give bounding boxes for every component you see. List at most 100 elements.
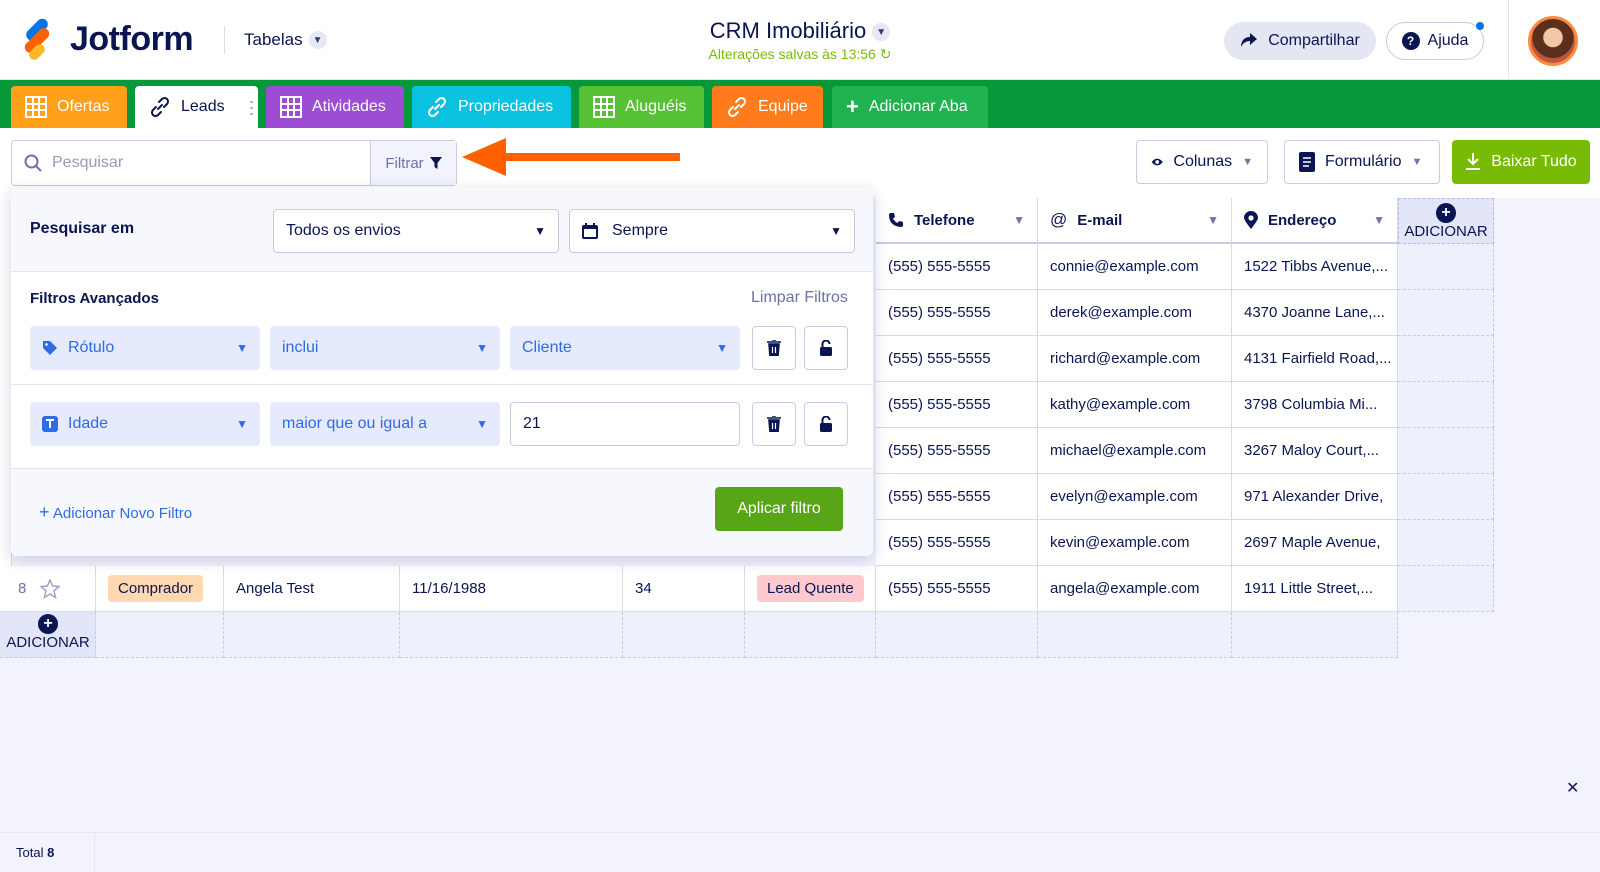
plus-icon: +	[846, 94, 859, 119]
tab-leads[interactable]: Leads ⋯	[135, 86, 262, 128]
add-row-label-wrap: + ADICIONAR	[0, 614, 96, 651]
text-field-icon	[42, 416, 58, 432]
phone-cell[interactable]: (555) 555-5555	[876, 244, 1038, 290]
share-button[interactable]: Compartilhar	[1224, 22, 1376, 60]
phone-cell[interactable]: (555) 555-5555	[876, 520, 1038, 566]
row-number: 8	[18, 580, 27, 597]
column-header-address[interactable]: Endereço ▼	[1232, 198, 1398, 244]
table-icon	[280, 96, 302, 118]
chevron-down-icon: ▼	[1242, 156, 1253, 168]
filter-field-select[interactable]: Idade ▼	[30, 402, 260, 446]
empty-add-cell	[1398, 290, 1494, 336]
table-icon	[593, 96, 615, 118]
filter-button[interactable]: Filtrar	[370, 141, 456, 185]
address-cell[interactable]: 971 Alexander Drive,	[1232, 474, 1398, 520]
email-cell[interactable]: kathy@example.com	[1038, 382, 1232, 428]
address-cell[interactable]: 2697 Maple Avenue,	[1232, 520, 1398, 566]
eye-icon	[1151, 158, 1163, 166]
email-cell[interactable]: connie@example.com	[1038, 244, 1232, 290]
phone-cell[interactable]: (555) 555-5555	[876, 382, 1038, 428]
address-cell[interactable]: 1522 Tibbs Avenue,...	[1232, 244, 1398, 290]
user-avatar[interactable]	[1528, 16, 1578, 66]
phone-cell[interactable]: (555) 555-5555	[876, 566, 1038, 612]
phone-cell[interactable]: (555) 555-5555	[876, 336, 1038, 382]
email-cell[interactable]: richard@example.com	[1038, 336, 1232, 382]
close-icon[interactable]: ✕	[1566, 778, 1579, 798]
birthdate-cell[interactable]: 11/16/1988	[400, 566, 623, 612]
share-label: Compartilhar	[1268, 32, 1360, 49]
tab-add[interactable]: + Adicionar Aba	[832, 86, 988, 128]
chevron-down-icon: ▼	[534, 224, 546, 238]
form-button[interactable]: Formulário ▼	[1284, 140, 1440, 184]
advanced-filters-label: Filtros Avançados	[30, 290, 159, 307]
filter-footer: + Adicionar Novo Filtro Aplicar filtro	[11, 468, 873, 556]
address-cell[interactable]: 3267 Maloy Court,...	[1232, 428, 1398, 474]
add-column-header[interactable]: + ADICIONAR	[1398, 198, 1494, 244]
app-header: Jotform Tabelas ▼ CRM Imobiliário ▼ Alter…	[0, 0, 1600, 80]
label-cell[interactable]: Comprador	[96, 566, 224, 612]
email-cell[interactable]: michael@example.com	[1038, 428, 1232, 474]
status-footer: Total 8	[0, 832, 1600, 872]
filter-value-select[interactable]: Cliente ▼	[510, 326, 740, 370]
address-cell[interactable]: 4131 Fairfield Road,...	[1232, 336, 1398, 382]
tab-ofertas[interactable]: Ofertas	[11, 86, 127, 128]
delete-filter-button[interactable]	[752, 326, 796, 370]
unlock-icon	[820, 340, 832, 356]
empty-add-cell	[623, 612, 745, 658]
filter-field-select[interactable]: Rótulo ▼	[30, 326, 260, 370]
name-cell[interactable]: Angela Test	[224, 566, 400, 612]
star-icon[interactable]	[40, 578, 61, 599]
email-cell[interactable]: angela@example.com	[1038, 566, 1232, 612]
email-cell[interactable]: derek@example.com	[1038, 290, 1232, 336]
submissions-select-value: Todos os envios	[286, 222, 401, 239]
column-header-label: Endereço	[1268, 211, 1337, 229]
phone-cell[interactable]: (555) 555-5555	[876, 290, 1038, 336]
email-cell[interactable]: evelyn@example.com	[1038, 474, 1232, 520]
delete-filter-button[interactable]	[752, 402, 796, 446]
filter-operator-select[interactable]: inclui ▼	[270, 326, 500, 370]
tab-label: Atividades	[312, 98, 386, 115]
tab-propriedades[interactable]: Propriedades	[412, 86, 571, 128]
search-input[interactable]	[52, 154, 352, 172]
chevron-down-icon: ▼	[716, 341, 728, 355]
lock-filter-button[interactable]	[804, 402, 848, 446]
more-options-icon[interactable]: ⋯	[242, 99, 262, 116]
tab-equipe[interactable]: Equipe	[712, 86, 823, 128]
add-filter-link[interactable]: + Adicionar Novo Filtro	[39, 502, 192, 523]
tab-atividades[interactable]: Atividades	[266, 86, 404, 128]
empty-add-cell	[1398, 336, 1494, 382]
column-header-label: E-mail	[1077, 211, 1123, 229]
address-cell[interactable]: 3798 Columbia Mi...	[1232, 382, 1398, 428]
filter-operator-value: inclui	[282, 339, 319, 356]
empty-add-cell	[1398, 520, 1494, 566]
address-cell[interactable]: 4370 Joanne Lane,...	[1232, 290, 1398, 336]
lock-filter-button[interactable]	[804, 326, 848, 370]
status-cell[interactable]: Lead Quente	[745, 566, 876, 612]
age-cell[interactable]: 34	[623, 566, 745, 612]
plus-circle-icon: +	[1436, 202, 1456, 223]
row-number-cell: 8	[0, 566, 96, 612]
date-range-select[interactable]: Sempre ▼	[569, 209, 855, 253]
phone-cell[interactable]: (555) 555-5555	[876, 474, 1038, 520]
clear-filters-link[interactable]: Limpar Filtros	[751, 289, 848, 307]
tab-alugueis[interactable]: Aluguéis	[579, 86, 704, 128]
help-button[interactable]: ? Ajuda	[1386, 22, 1484, 60]
total-count: Total 8	[16, 845, 54, 860]
filter-value-input[interactable]: 21	[510, 402, 740, 446]
column-header-label: Telefone	[914, 211, 975, 229]
phone-icon	[889, 213, 903, 227]
apply-filter-button[interactable]: Aplicar filtro	[715, 487, 843, 531]
chevron-down-icon: ▼	[476, 341, 488, 355]
download-all-button[interactable]: Baixar Tudo	[1452, 140, 1590, 184]
columns-button[interactable]: Colunas ▼	[1136, 140, 1268, 184]
app-title-text: CRM Imobiliário	[709, 18, 867, 43]
column-header-phone[interactable]: Telefone ▼	[876, 198, 1038, 244]
phone-cell[interactable]: (555) 555-5555	[876, 428, 1038, 474]
column-header-email[interactable]: @ E-mail ▼	[1038, 198, 1232, 244]
email-cell[interactable]: kevin@example.com	[1038, 520, 1232, 566]
filter-operator-select[interactable]: maior que ou igual a ▼	[270, 402, 500, 446]
address-cell[interactable]: 1911 Little Street,...	[1232, 566, 1398, 612]
form-icon	[1299, 152, 1315, 172]
chevron-down-icon: ▼	[476, 417, 488, 431]
submissions-select[interactable]: Todos os envios ▼	[273, 209, 559, 253]
